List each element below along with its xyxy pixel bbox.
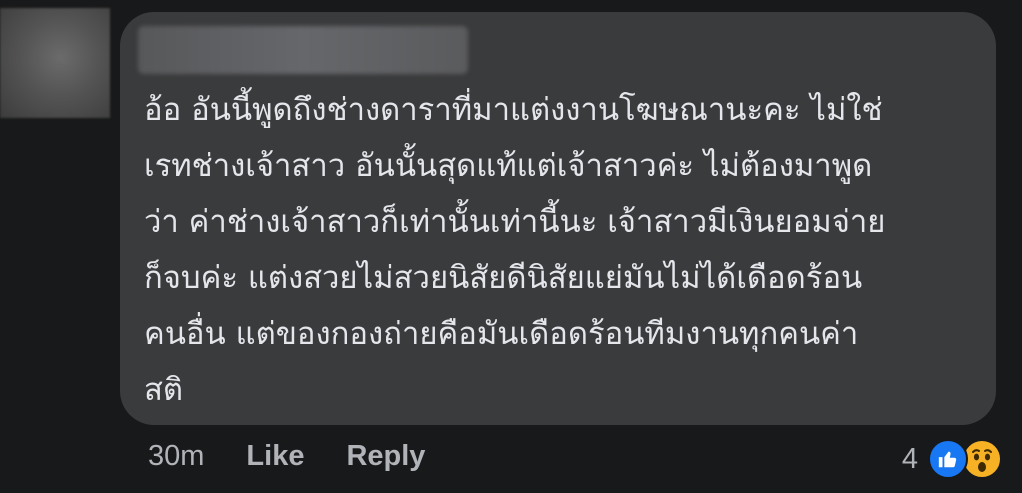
wow-icon [962,439,1002,479]
comment-bubble: อ้อ อันนี้พูดถึงช่างดาราที่มาแต่งงานโฆษณ… [120,12,996,425]
like-icon [928,439,968,479]
comment-actions: 30m Like Reply [148,440,425,473]
author-name-redacted[interactable] [138,26,468,74]
reaction-count: 4 [901,442,918,475]
commenter-avatar[interactable] [0,8,110,118]
comment-text: อ้อ อันนี้พูดถึงช่างดาราที่มาแต่งงานโฆษณ… [144,92,886,408]
comment-timestamp[interactable]: 30m [148,440,204,473]
like-button[interactable]: Like [246,440,304,473]
reply-button[interactable]: Reply [346,440,425,473]
reactions-summary[interactable]: 4 [902,439,1002,479]
